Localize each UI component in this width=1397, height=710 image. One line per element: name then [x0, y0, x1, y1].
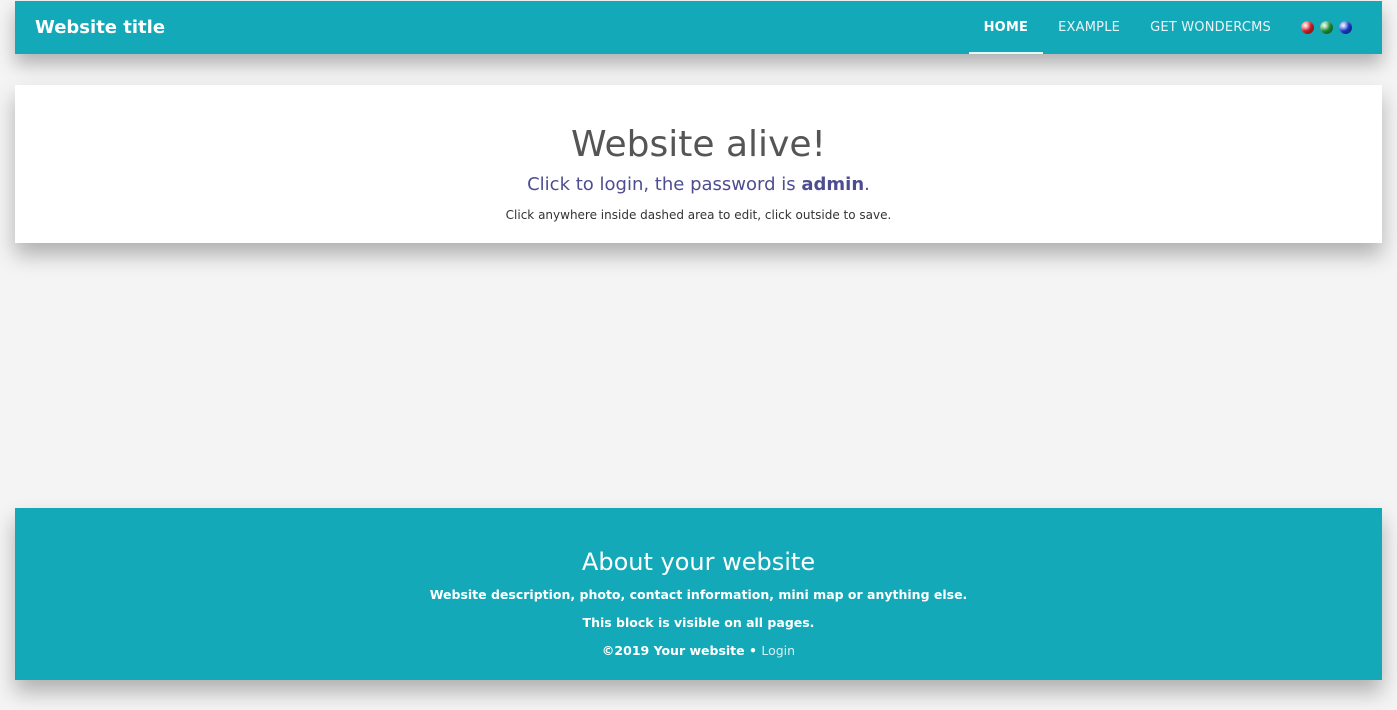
globe-red-icon[interactable]	[1301, 21, 1314, 34]
nav-item-get-wondercms[interactable]: GET WONDERCMS	[1135, 1, 1286, 54]
globe-blue-icon[interactable]	[1339, 21, 1352, 34]
top-navbar: Website title HOME EXAMPLE GET WONDERCMS	[15, 1, 1382, 54]
copyright-text: ©2019 Your website •	[601, 643, 762, 658]
edit-hint: Click anywhere inside dashed area to edi…	[505, 208, 892, 222]
site-title-link[interactable]: Website title	[35, 16, 165, 40]
nav-menu: HOME EXAMPLE GET WONDERCMS	[968, 1, 1352, 54]
login-instruction-text: Click to login, the password is	[527, 174, 802, 195]
nav-item-home[interactable]: HOME	[968, 1, 1044, 54]
footer-title: About your website	[581, 548, 816, 576]
footer-visibility-note: This block is visible on all pages.	[582, 615, 815, 630]
language-flags	[1286, 1, 1352, 54]
globe-green-icon[interactable]	[1320, 21, 1333, 34]
footer-copyright: ©2019 Your website • Login	[15, 642, 1382, 660]
nav-item-example[interactable]: EXAMPLE	[1043, 1, 1135, 54]
password-text: admin	[801, 174, 865, 195]
footer: About your website Website description, …	[15, 508, 1382, 680]
footer-description: Website description, photo, contact info…	[429, 587, 968, 602]
login-instruction-period: .	[864, 174, 870, 195]
login-instruction[interactable]: Click to login, the password is admin.	[15, 173, 1382, 197]
login-link[interactable]: Login	[761, 643, 795, 658]
page-title[interactable]: Website alive!	[15, 123, 1382, 167]
main-content-panel[interactable]: Website alive! Click to login, the passw…	[15, 85, 1382, 243]
